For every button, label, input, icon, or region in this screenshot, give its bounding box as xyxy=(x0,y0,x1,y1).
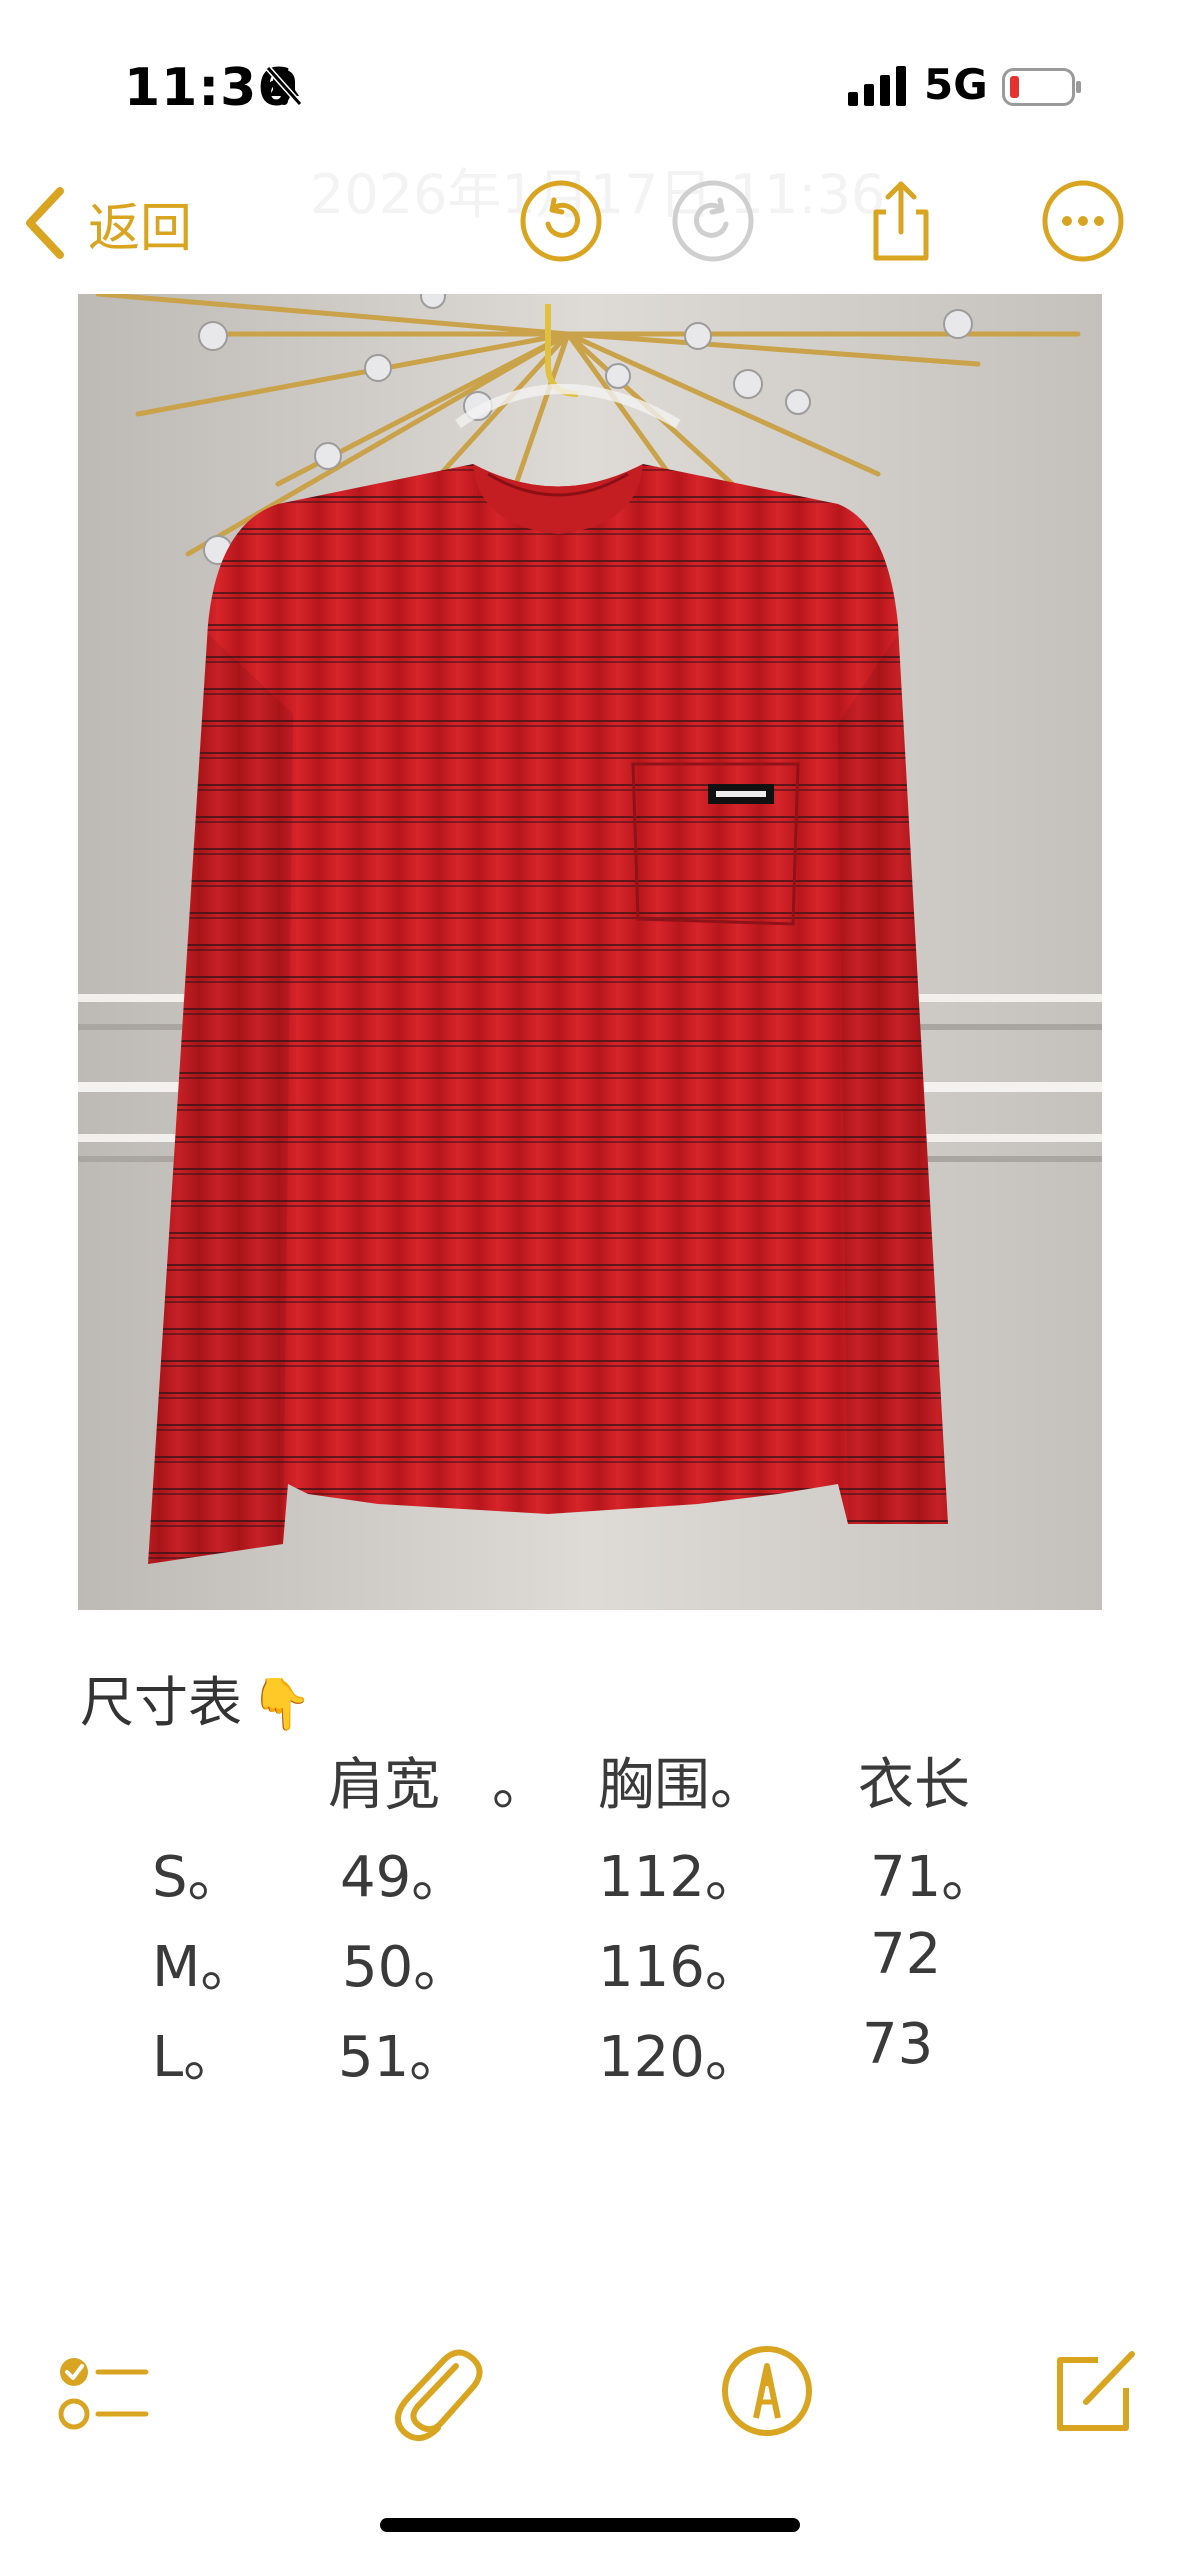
battery-icon xyxy=(1002,68,1081,106)
row-m-shoulder: 50。 xyxy=(342,1935,470,2000)
pointing-down-emoji: 👇 xyxy=(250,1675,313,1733)
home-indicator[interactable] xyxy=(380,2518,800,2532)
checklist-icon[interactable] xyxy=(48,2336,158,2446)
header-separator: 。 xyxy=(492,1753,548,1818)
row-l-chest: 120。 xyxy=(598,2025,761,2090)
redo-icon[interactable] xyxy=(670,178,756,264)
signal-icon xyxy=(848,66,906,106)
heading-text: 尺寸表 xyxy=(80,1671,242,1734)
back-label: 返回 xyxy=(88,198,193,259)
markup-pen-icon[interactable] xyxy=(712,2336,822,2446)
row-m-chest: 116。 xyxy=(598,1935,761,2000)
chevron-left-icon xyxy=(26,187,64,259)
header-chest: 胸围。 xyxy=(598,1753,766,1818)
row-s-size: S。 xyxy=(152,1845,244,1910)
more-icon[interactable] xyxy=(1040,178,1126,264)
size-chart-heading: 尺寸表 👇 xyxy=(80,1658,312,1737)
undo-icon[interactable] xyxy=(518,178,604,264)
product-photo[interactable] xyxy=(78,294,1102,1610)
header-length: 衣长 xyxy=(858,1753,970,1818)
row-s-shoulder: 49。 xyxy=(340,1845,468,1910)
row-s-chest: 112。 xyxy=(598,1845,761,1910)
network-type: 5G xyxy=(924,60,988,109)
row-s-length: 71。 xyxy=(870,1845,998,1910)
row-l-length: 73 xyxy=(862,2012,934,2077)
row-l-shoulder: 51。 xyxy=(338,2025,466,2090)
header-shoulder: 肩宽 xyxy=(328,1753,440,1818)
compose-icon[interactable] xyxy=(1038,2336,1148,2446)
paperclip-icon[interactable] xyxy=(378,2336,488,2446)
back-button[interactable]: 返回 xyxy=(22,178,192,268)
share-icon[interactable] xyxy=(858,178,944,264)
row-m-length: 72 xyxy=(870,1922,942,1987)
status-bar: 11:36 5G xyxy=(0,0,1179,160)
row-l-size: L。 xyxy=(152,2025,240,2090)
row-m-size: M。 xyxy=(152,1935,257,2000)
bell-slash-icon xyxy=(265,66,303,106)
